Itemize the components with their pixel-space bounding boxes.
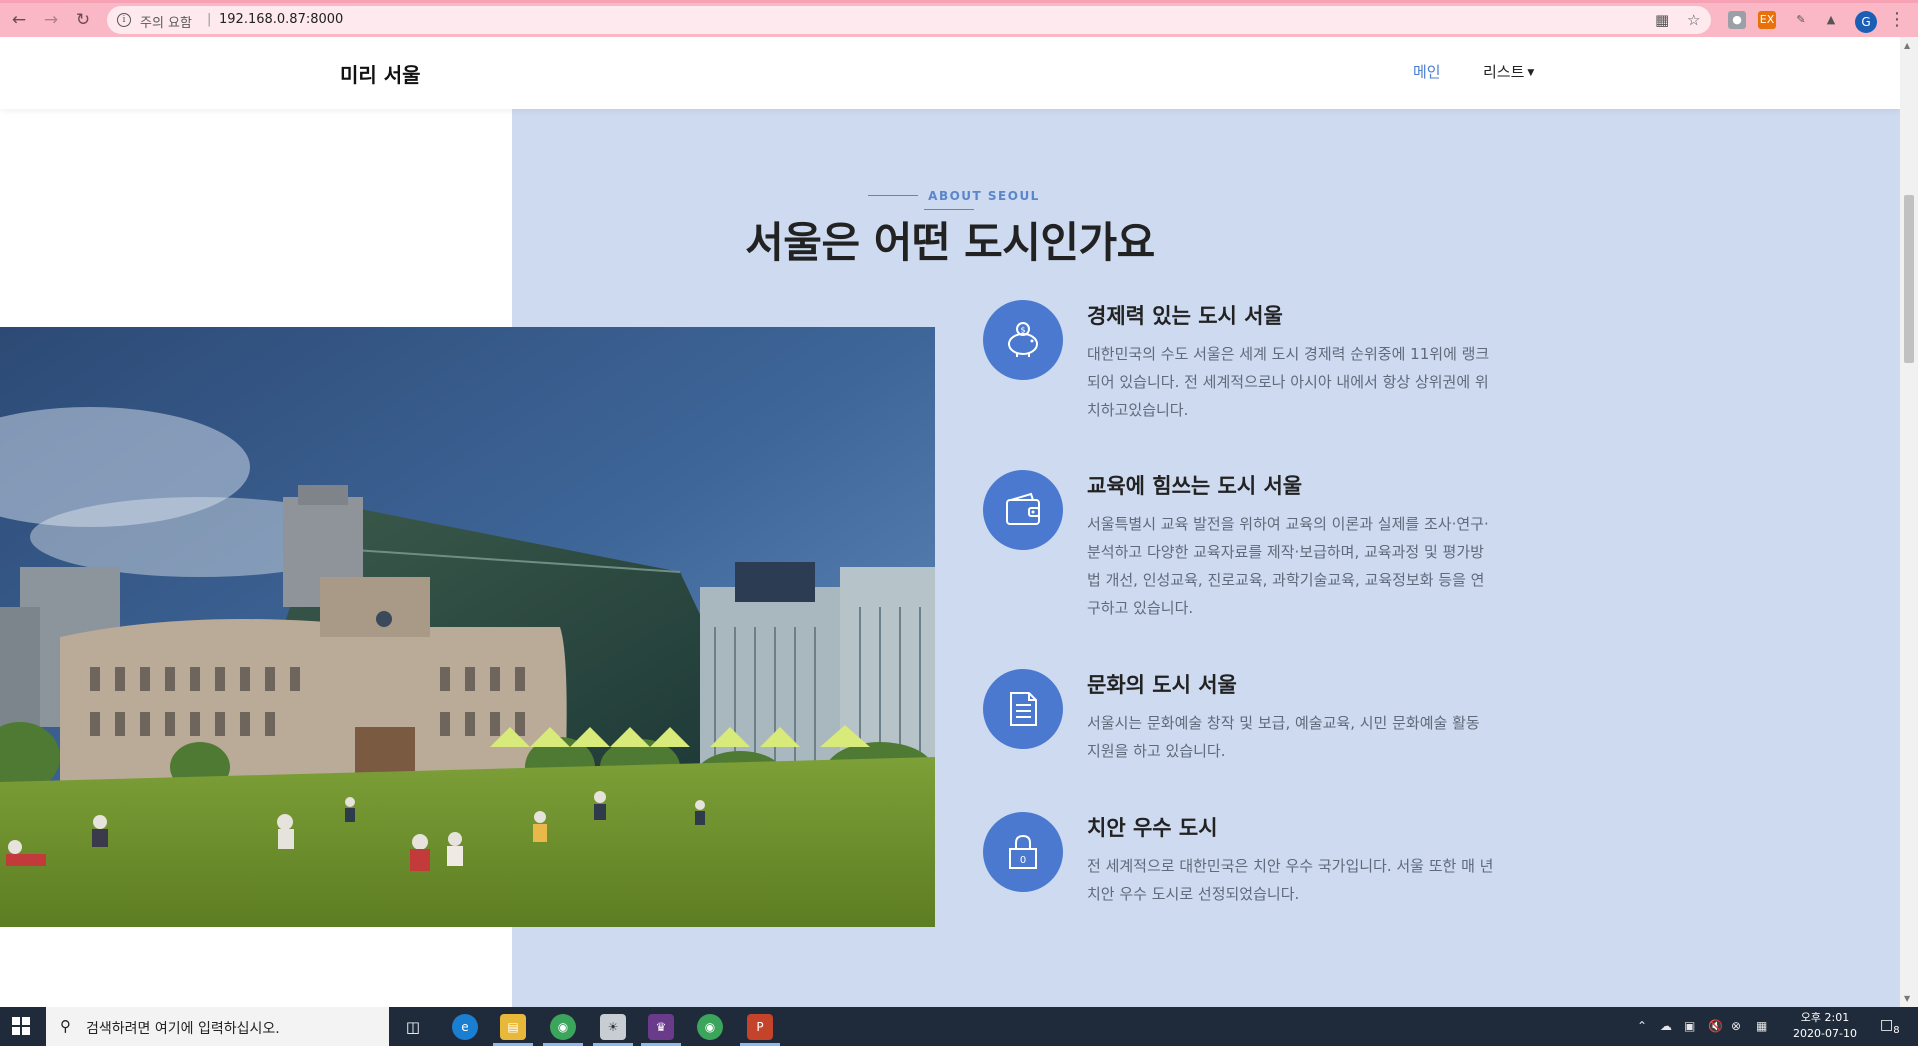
nav-main-link[interactable]: 메인: [1413, 61, 1441, 82]
feature-title: 교육에 힘쓰는 도시 서울: [1087, 474, 1303, 498]
feature-title: 경제력 있는 도시 서울: [1087, 304, 1283, 328]
taskbar-search[interactable]: ⚲ 검색하려면 여기에 입력하십시오.: [46, 1007, 389, 1046]
web-page: 미리 서울 메인 리스트▼ ABOUT SEOUL 서울은 어떤 도시인가요: [0, 37, 1900, 1007]
file-explorer-icon[interactable]: ▤: [500, 1014, 526, 1040]
feature-icon-circle: [983, 470, 1063, 550]
scrollbar-thumb[interactable]: [1904, 195, 1914, 363]
eyebrow-text: ABOUT SEOUL: [928, 189, 1040, 203]
chrome-icon[interactable]: ◉: [550, 1014, 576, 1040]
feature-text: 전 세계적으로 대한민국은 치안 우수 국가입니다. 서울 또한 매 년 치안 …: [1087, 857, 1494, 903]
svg-text:$: $: [1020, 326, 1025, 335]
extension-icon[interactable]: ●: [1728, 11, 1746, 29]
security-label[interactable]: 주의 요함: [140, 12, 192, 31]
edge-browser-icon[interactable]: e: [452, 1014, 478, 1040]
translate-icon[interactable]: ▦: [1655, 11, 1669, 29]
eyebrow-line-left: [868, 195, 919, 196]
feature-title: 치안 우수 도시: [1087, 816, 1218, 840]
piggy-bank-icon: $: [1008, 322, 1038, 357]
tray-status-icon[interactable]: ⊗: [1731, 1019, 1741, 1033]
taskbar-clock[interactable]: 오후 2:01 2020-07-10: [1790, 1010, 1860, 1042]
info-icon[interactable]: i: [117, 13, 131, 27]
browser-menu-icon[interactable]: ⋮: [1888, 9, 1906, 30]
feature-icon-circle: $: [983, 300, 1063, 380]
site-brand[interactable]: 미리 서울: [340, 59, 421, 88]
scroll-down-icon[interactable]: ▼: [1904, 994, 1910, 1003]
seoul-city-hall-photo: [0, 327, 935, 927]
address-separator: |: [207, 12, 212, 27]
taskbar-search-placeholder[interactable]: 검색하려면 여기에 입력하십시오.: [86, 1018, 280, 1038]
page-scrollbar[interactable]: ▲ ▼: [1900, 37, 1918, 1007]
section-title: 서울은 어떤 도시인가요: [745, 218, 1155, 267]
feature-text: 서울시는 문화예술 창작 및 보급, 예술교육, 시민 문화예술 활동 지원을 …: [1087, 714, 1480, 760]
feature-text: 대한민국의 수도 서울은 세계 도시 경제력 순위중에 11위에 랭크되어 있습…: [1087, 345, 1490, 419]
app-icon-game[interactable]: ♛: [648, 1014, 674, 1040]
svg-text:0: 0: [1020, 855, 1026, 866]
back-icon[interactable]: ←: [8, 9, 30, 31]
task-view-icon[interactable]: ◫: [400, 1014, 426, 1040]
feature-icon-circle: 0: [983, 812, 1063, 892]
windows-taskbar: ⚲ 검색하려면 여기에 입력하십시오. ◫ e ▤ ◉ ☀ ♛ ◉ P ⌃ ☁ …: [0, 1007, 1918, 1046]
notification-center[interactable]: □8: [1880, 1017, 1900, 1036]
bookmark-star-icon[interactable]: ☆: [1687, 11, 1700, 29]
wallet-icon: [1006, 492, 1040, 525]
extensions-puzzle-icon[interactable]: ▲: [1822, 11, 1840, 29]
url-text[interactable]: 192.168.0.87:8000: [219, 12, 343, 27]
volume-muted-icon[interactable]: 🔇: [1708, 1019, 1723, 1033]
nav-list-dropdown[interactable]: 리스트 ▼: [1483, 61, 1534, 82]
browser-toolbar: ← → ↻ i 주의 요함 | 192.168.0.87:8000 ▦ ☆ ● …: [0, 0, 1918, 37]
profile-avatar[interactable]: G: [1855, 11, 1877, 33]
onedrive-icon[interactable]: ☁: [1660, 1019, 1672, 1033]
ime-icon[interactable]: ▦: [1756, 1019, 1767, 1033]
address-bar[interactable]: i 주의 요함 | 192.168.0.87:8000 ▦ ☆: [107, 6, 1711, 34]
notification-count: 8: [1893, 1024, 1900, 1036]
nav-list-label: 리스트: [1483, 63, 1525, 81]
reload-icon[interactable]: ↻: [72, 9, 94, 31]
clock-time: 오후 2:01: [1800, 1011, 1850, 1024]
caret-down-icon: ▼: [1527, 68, 1535, 78]
feature-title: 문화의 도시 서울: [1087, 673, 1237, 697]
scroll-up-icon[interactable]: ▲: [1904, 41, 1910, 50]
notification-icon: □: [1880, 1017, 1894, 1033]
windows-start-icon[interactable]: [12, 1017, 30, 1035]
chrome-icon-second[interactable]: ◉: [697, 1014, 723, 1040]
feature-icon-circle: [983, 669, 1063, 749]
powerpoint-icon[interactable]: P: [747, 1014, 773, 1040]
app-icon-remote[interactable]: ☀: [600, 1014, 626, 1040]
feature-text: 서울특별시 교육 발전을 위하여 교육의 이론과 실제를 조사·연구·분석하고 …: [1087, 515, 1489, 617]
extension-ex-icon[interactable]: EX: [1758, 11, 1776, 29]
document-icon: [1010, 692, 1037, 726]
forward-icon[interactable]: →: [40, 9, 62, 31]
tray-expand-icon[interactable]: ⌃: [1637, 1019, 1647, 1033]
eyedropper-icon[interactable]: ✎: [1792, 11, 1810, 29]
search-icon: ⚲: [60, 1017, 71, 1035]
network-icon[interactable]: ▣: [1684, 1019, 1695, 1033]
site-navbar: 미리 서울 메인 리스트 ▼: [0, 37, 1900, 109]
lock-icon: 0: [1009, 834, 1037, 869]
clock-date: 2020-07-10: [1793, 1027, 1857, 1040]
